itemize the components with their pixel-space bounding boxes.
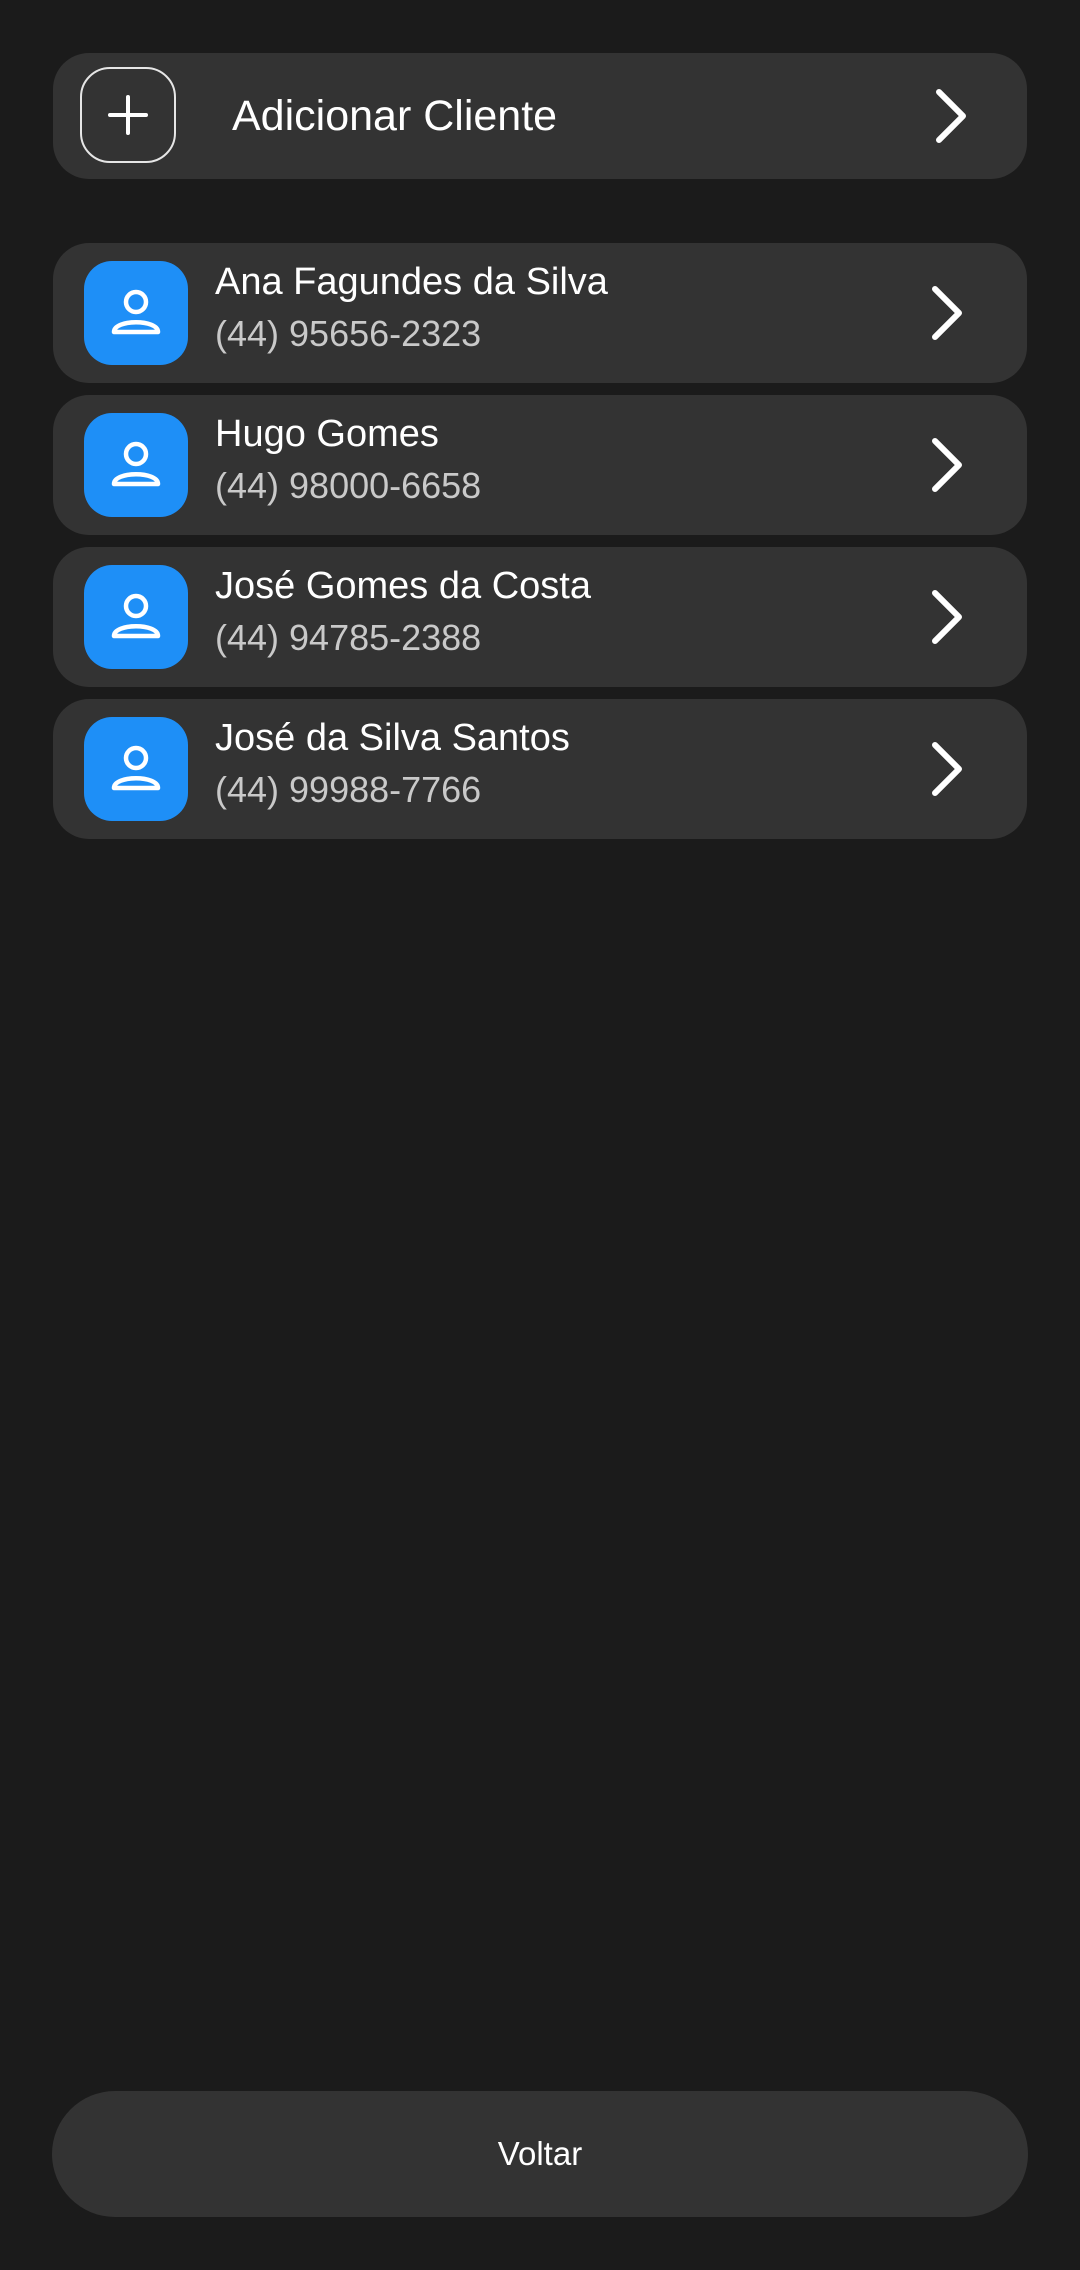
person-icon <box>84 413 188 517</box>
person-icon <box>84 717 188 821</box>
add-client-button[interactable]: Adicionar Cliente <box>53 53 1027 179</box>
client-name: José da Silva Santos <box>215 717 570 759</box>
back-button[interactable]: Voltar <box>52 2091 1028 2217</box>
client-list-item[interactable]: José Gomes da Costa (44) 94785-2388 <box>53 547 1027 687</box>
chevron-right-icon <box>932 742 962 796</box>
add-client-label: Adicionar Cliente <box>232 92 558 140</box>
chevron-right-icon <box>936 89 966 143</box>
client-list-item[interactable]: Hugo Gomes (44) 98000-6658 <box>53 395 1027 535</box>
chevron-right-icon <box>932 590 962 644</box>
person-icon <box>84 565 188 669</box>
client-list-item[interactable]: Ana Fagundes da Silva (44) 95656-2323 <box>53 243 1027 383</box>
client-name: Ana Fagundes da Silva <box>215 261 608 303</box>
client-name: Hugo Gomes <box>215 413 439 455</box>
client-phone: (44) 94785-2388 <box>215 617 482 658</box>
person-icon <box>84 261 188 365</box>
client-name: José Gomes da Costa <box>215 565 591 607</box>
plus-icon <box>80 67 176 163</box>
client-list: Ana Fagundes da Silva (44) 95656-2323 Hu… <box>53 243 1027 851</box>
client-phone: (44) 95656-2323 <box>215 313 482 354</box>
chevron-right-icon <box>932 286 962 340</box>
client-phone: (44) 98000-6658 <box>215 465 482 506</box>
client-phone: (44) 99988-7766 <box>215 769 482 810</box>
chevron-right-icon <box>932 438 962 492</box>
client-list-item[interactable]: José da Silva Santos (44) 99988-7766 <box>53 699 1027 839</box>
